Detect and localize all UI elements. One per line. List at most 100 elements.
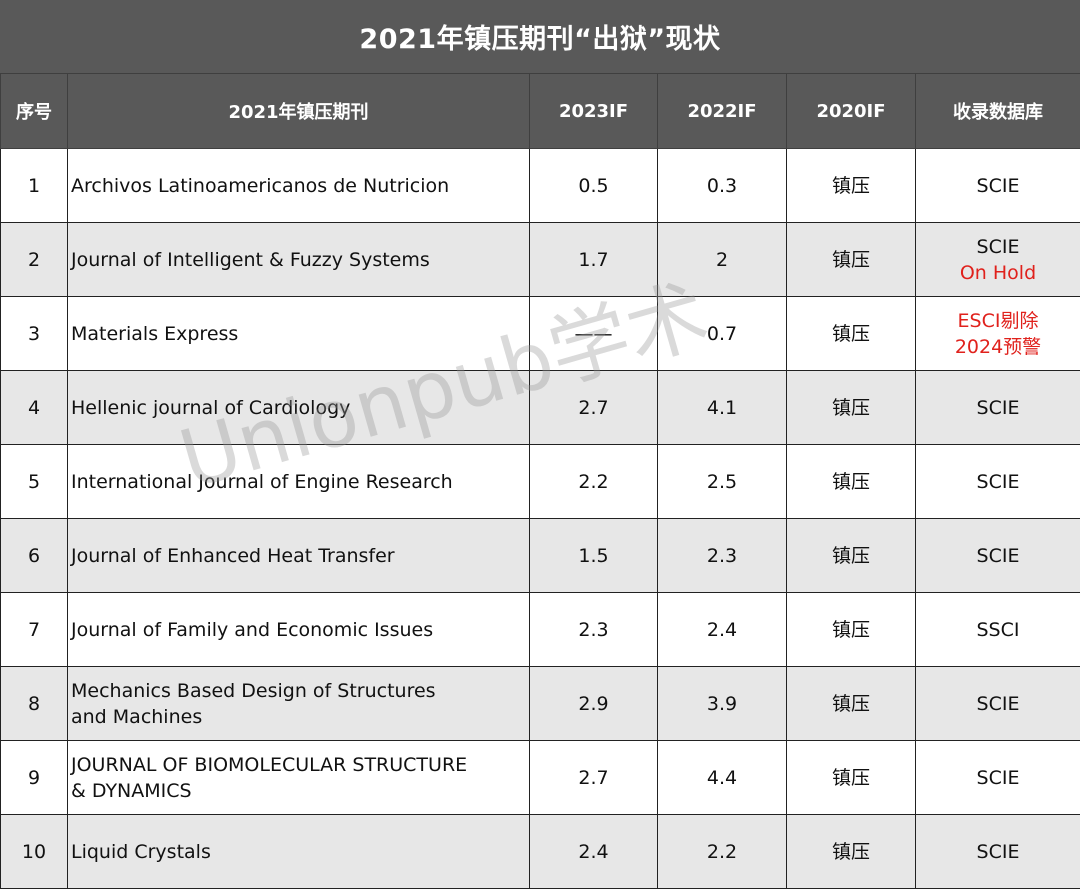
header-if2020: 2020IF — [787, 74, 916, 149]
database-line1: SCIE — [916, 234, 1080, 260]
header-database: 收录数据库 — [916, 74, 1080, 149]
cell-journal: Hellenic journal of Cardiology — [68, 371, 530, 445]
journal-name-line1: Journal of Enhanced Heat Transfer — [71, 543, 489, 569]
cell-if2020: 镇压 — [787, 149, 916, 223]
cell-database: SCIE — [916, 815, 1080, 889]
cell-journal: Liquid Crystals — [68, 815, 530, 889]
table-row: 1Archivos Latinoamericanos de Nutricion 0… — [1, 149, 1080, 223]
cell-journal: Materials Express — [68, 297, 530, 371]
cell-database: SCIE — [916, 667, 1080, 741]
cell-if2020: 镇压 — [787, 593, 916, 667]
header-index: 序号 — [1, 74, 68, 149]
table-row: 9JOURNAL OF BIOMOLECULAR STRUCTURE& DYNA… — [1, 741, 1080, 815]
header-if2023: 2023IF — [530, 74, 658, 149]
cell-if2023: 2.7 — [530, 371, 658, 445]
cell-if2022: 4.1 — [658, 371, 787, 445]
cell-database: SSCI — [916, 593, 1080, 667]
journal-table: 序号 2021年镇压期刊 2023IF 2022IF 2020IF 收录数据库 … — [0, 73, 1080, 889]
cell-if2022: 4.4 — [658, 741, 787, 815]
database-line1: ESCI剔除 — [916, 308, 1080, 334]
cell-if2023: 0.5 — [530, 149, 658, 223]
cell-index: 1 — [1, 149, 68, 223]
cell-if2022: 3.9 — [658, 667, 787, 741]
cell-database: SCIE — [916, 519, 1080, 593]
page-title: 2021年镇压期刊“出狱”现状 — [0, 0, 1080, 73]
table-row: 8Mechanics Based Design of Structuresand… — [1, 667, 1080, 741]
journal-name-line2: and Machines — [71, 704, 489, 730]
cell-if2020: 镇压 — [787, 297, 916, 371]
database-line1: SCIE — [916, 173, 1080, 199]
cell-if2023: 1.5 — [530, 519, 658, 593]
cell-if2023: 2.3 — [530, 593, 658, 667]
journal-name-line1: JOURNAL OF BIOMOLECULAR STRUCTURE — [71, 752, 489, 778]
cell-journal: Journal of Family and Economic Issues — [68, 593, 530, 667]
cell-index: 7 — [1, 593, 68, 667]
cell-if2023: —— — [530, 297, 658, 371]
cell-if2022: 2 — [658, 223, 787, 297]
table-header-row: 序号 2021年镇压期刊 2023IF 2022IF 2020IF 收录数据库 — [1, 74, 1080, 149]
cell-database: SCIE — [916, 445, 1080, 519]
cell-if2020: 镇压 — [787, 223, 916, 297]
cell-journal: Journal of Intelligent & Fuzzy Systems — [68, 223, 530, 297]
cell-if2020: 镇压 — [787, 371, 916, 445]
database-line1: SCIE — [916, 691, 1080, 717]
database-line1: SCIE — [916, 839, 1080, 865]
cell-index: 3 — [1, 297, 68, 371]
cell-if2022: 2.4 — [658, 593, 787, 667]
cell-if2023: 1.7 — [530, 223, 658, 297]
journal-name-line1: International Journal of Engine Research — [71, 469, 489, 495]
cell-if2022: 0.3 — [658, 149, 787, 223]
database-line1: SSCI — [916, 617, 1080, 643]
cell-database: SCIE — [916, 741, 1080, 815]
cell-index: 4 — [1, 371, 68, 445]
database-line1: SCIE — [916, 543, 1080, 569]
cell-journal: Journal of Enhanced Heat Transfer — [68, 519, 530, 593]
cell-if2022: 2.3 — [658, 519, 787, 593]
database-line2: 2024预警 — [916, 334, 1080, 360]
cell-database: ESCI剔除2024预警 — [916, 297, 1080, 371]
table-row: 6Journal of Enhanced Heat Transfer 1.52.3… — [1, 519, 1080, 593]
cell-if2020: 镇压 — [787, 445, 916, 519]
database-line1: SCIE — [916, 765, 1080, 791]
header-if2022: 2022IF — [658, 74, 787, 149]
cell-if2023: 2.7 — [530, 741, 658, 815]
cell-if2022: 2.5 — [658, 445, 787, 519]
cell-if2022: 0.7 — [658, 297, 787, 371]
journal-name-line1: Liquid Crystals — [71, 839, 489, 865]
table-row: 7Journal of Family and Economic Issues 2.… — [1, 593, 1080, 667]
cell-journal: Mechanics Based Design of Structuresand … — [68, 667, 530, 741]
journal-name-line1: Journal of Intelligent & Fuzzy Systems — [71, 247, 489, 273]
cell-index: 2 — [1, 223, 68, 297]
database-line1: SCIE — [916, 395, 1080, 421]
cell-if2020: 镇压 — [787, 815, 916, 889]
table-row: 4Hellenic journal of Cardiology 2.74.1镇压S… — [1, 371, 1080, 445]
cell-journal: Archivos Latinoamericanos de Nutricion — [68, 149, 530, 223]
cell-database: SCIEOn Hold — [916, 223, 1080, 297]
table-row: 10Liquid Crystals 2.42.2镇压SCIE — [1, 815, 1080, 889]
journal-name-line1: Journal of Family and Economic Issues — [71, 617, 489, 643]
cell-database: SCIE — [916, 149, 1080, 223]
cell-if2020: 镇压 — [787, 667, 916, 741]
cell-index: 8 — [1, 667, 68, 741]
cell-index: 9 — [1, 741, 68, 815]
cell-if2022: 2.2 — [658, 815, 787, 889]
journal-name-line1: Mechanics Based Design of Structures — [71, 678, 489, 704]
table-row: 5International Journal of Engine Researc… — [1, 445, 1080, 519]
table-row: 3Materials Express ——0.7镇压ESCI剔除2024预警 — [1, 297, 1080, 371]
database-line1: SCIE — [916, 469, 1080, 495]
cell-if2023: 2.9 — [530, 667, 658, 741]
cell-if2023: 2.2 — [530, 445, 658, 519]
header-journal: 2021年镇压期刊 — [68, 74, 530, 149]
cell-index: 5 — [1, 445, 68, 519]
cell-if2020: 镇压 — [787, 519, 916, 593]
journal-name-line1: Hellenic journal of Cardiology — [71, 395, 489, 421]
cell-if2023: 2.4 — [530, 815, 658, 889]
cell-index: 10 — [1, 815, 68, 889]
journal-name-line2: & DYNAMICS — [71, 778, 489, 804]
cell-index: 6 — [1, 519, 68, 593]
cell-if2020: 镇压 — [787, 741, 916, 815]
journal-name-line1: Archivos Latinoamericanos de Nutricion — [71, 173, 489, 199]
journal-name-line1: Materials Express — [71, 321, 489, 347]
cell-journal: International Journal of Engine Research — [68, 445, 530, 519]
database-line2: On Hold — [916, 260, 1080, 286]
